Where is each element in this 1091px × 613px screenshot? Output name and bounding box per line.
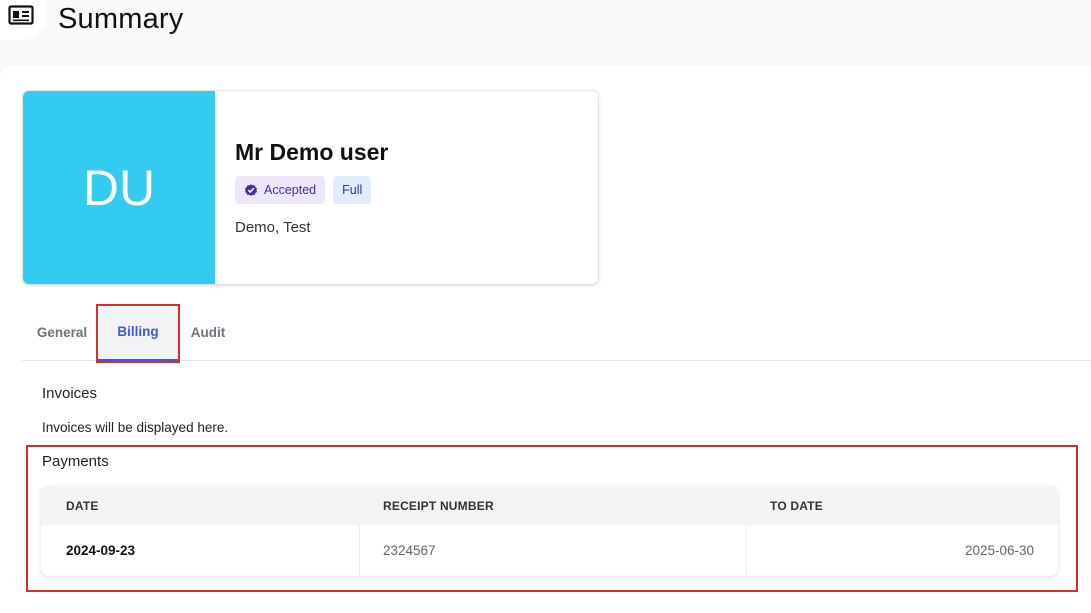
payments-title: Payments <box>42 453 109 470</box>
avatar: DU <box>23 91 215 284</box>
user-name: Mr Demo user <box>235 139 389 165</box>
profile-card: DU Mr Demo user Accepted Full Demo, Test <box>23 91 598 284</box>
column-header-date[interactable]: DATE <box>66 499 99 513</box>
invoices-title: Invoices <box>42 385 98 402</box>
table-row[interactable]: 2024-09-23 2324567 2025-06-30 <box>41 525 1058 576</box>
verified-check-icon <box>244 183 258 197</box>
tab-audit[interactable]: Audit <box>182 304 234 361</box>
column-header-to-date[interactable]: TO DATE <box>770 499 823 513</box>
tab-bar: General Billing Audit <box>22 304 1091 361</box>
header-icon-container <box>0 0 46 40</box>
column-divider <box>359 525 360 576</box>
tab-general[interactable]: General <box>22 304 102 361</box>
page-header: Summary <box>0 0 1091 66</box>
payments-table: DATE RECEIPT NUMBER TO DATE 2024-09-23 2… <box>41 486 1058 576</box>
page-title: Summary <box>58 3 184 35</box>
column-header-receipt-number[interactable]: RECEIPT NUMBER <box>383 499 494 513</box>
status-badge-accepted: Accepted <box>235 176 326 204</box>
column-divider <box>746 525 747 576</box>
id-card-icon <box>8 4 34 30</box>
table-header: DATE RECEIPT NUMBER TO DATE <box>41 486 1058 525</box>
cell-to-date: 2025-06-30 <box>964 543 1034 558</box>
invoices-note: Invoices will be displayed here. <box>42 420 229 435</box>
status-badge-label: Accepted <box>264 183 317 197</box>
access-badge-full: Full <box>333 176 372 204</box>
badge-group: Accepted Full <box>235 176 372 204</box>
tab-billing[interactable]: Billing <box>97 304 179 361</box>
cell-receipt-number: 2324567 <box>383 543 436 558</box>
user-meta: Demo, Test <box>235 219 311 236</box>
cell-date: 2024-09-23 <box>66 543 136 558</box>
